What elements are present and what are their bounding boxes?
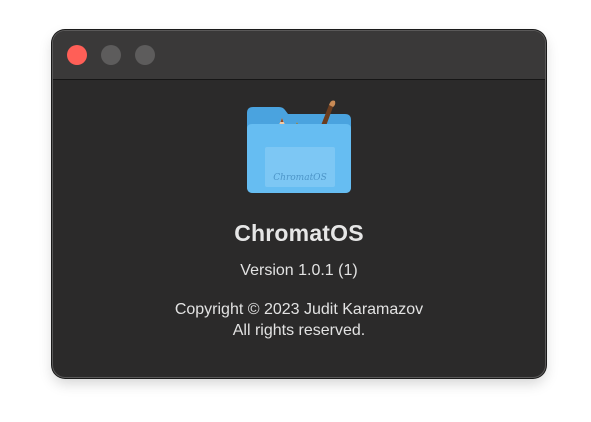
folder-with-pencils-and-brush-icon: ChromatOS	[247, 100, 351, 193]
zoom-button[interactable]	[135, 45, 155, 65]
app-name: ChromatOS	[234, 220, 364, 246]
minimize-button[interactable]	[101, 45, 121, 65]
copyright-line: Copyright © 2023 Judit Karamazov	[174, 301, 424, 318]
rights-line: All rights reserved.	[232, 322, 366, 339]
app-folder-icon: ChromatOS	[245, 99, 353, 195]
copyright-text: Copyright © 2023 Judit Karamazov All rig…	[53, 299, 545, 341]
version-text: Version 1.0.1 (1)	[240, 262, 358, 279]
about-window: ChromatOS ChromatOS Version 1.0.1 (1) Co…	[53, 31, 545, 377]
close-button[interactable]	[67, 45, 87, 65]
folder-icon-label: ChromatOS	[273, 173, 326, 183]
title-bar[interactable]	[53, 31, 545, 80]
